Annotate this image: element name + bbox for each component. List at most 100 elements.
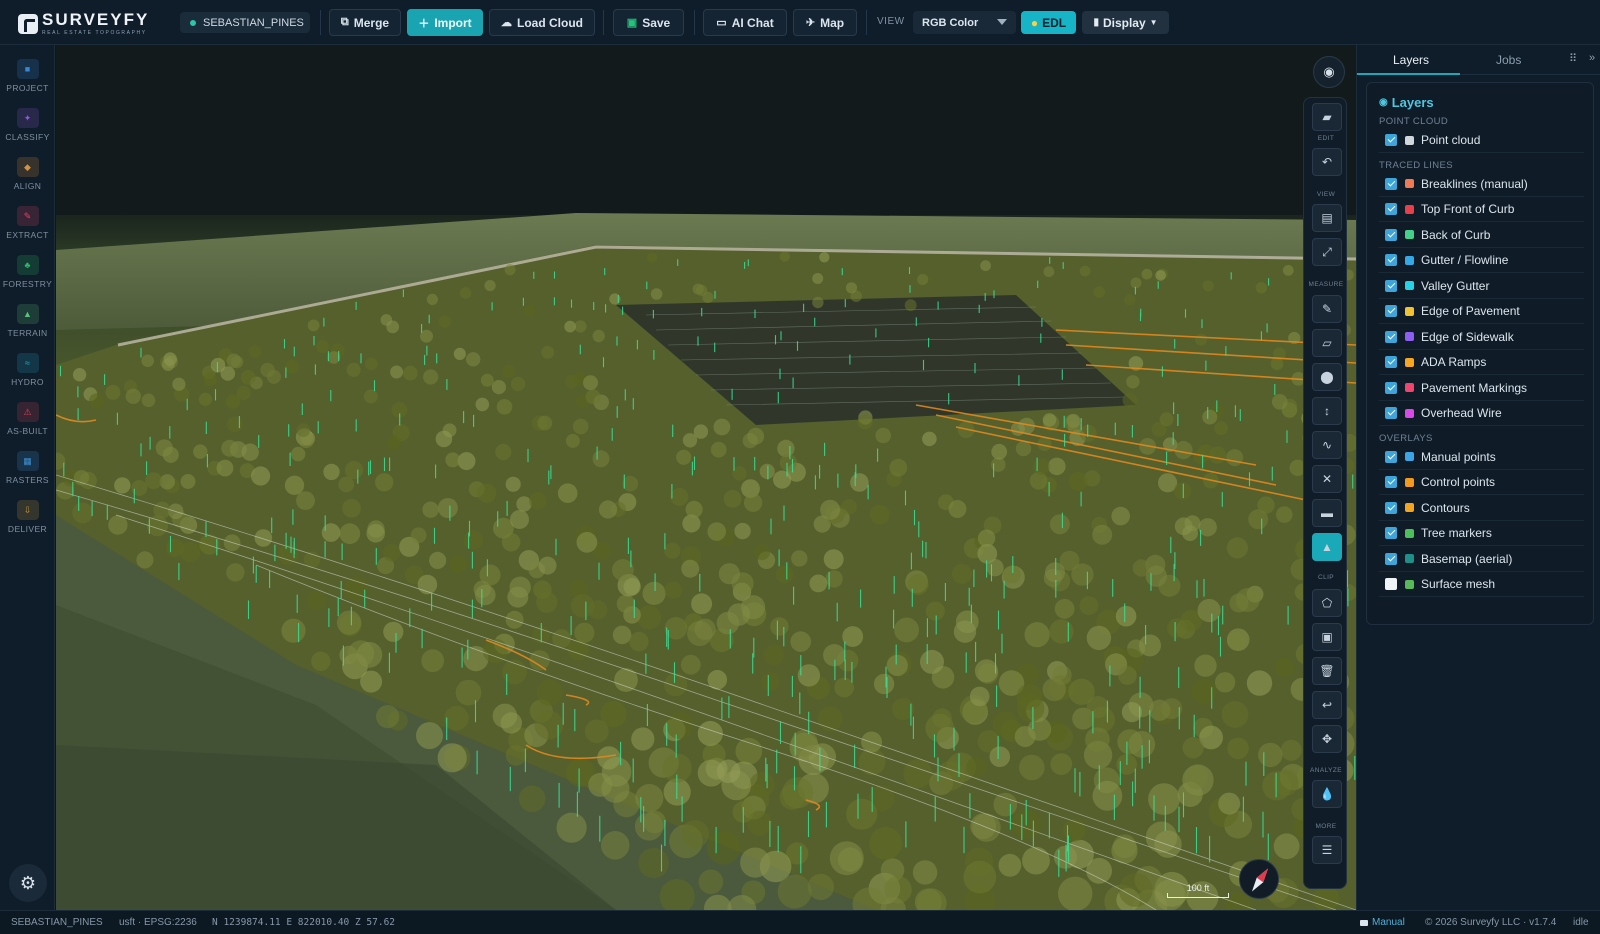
clip-polygon-icon[interactable]: ⬠ xyxy=(1312,589,1342,617)
project-selector[interactable]: SEBASTIAN_PINES xyxy=(180,12,310,33)
tab-jobs[interactable]: Jobs xyxy=(1496,53,1521,67)
rail-item-extract[interactable]: ✎ EXTRACT xyxy=(0,206,55,240)
layer-row[interactable]: Basemap (aerial) xyxy=(1379,547,1584,572)
visibility-eye-button[interactable]: ◉ xyxy=(1313,56,1345,88)
layer-row[interactable]: Gutter / Flowline xyxy=(1379,248,1584,273)
water-drop-icon[interactable]: 💧 xyxy=(1312,780,1342,808)
display-menu-button[interactable]: ▮ Display ▼ xyxy=(1082,11,1169,34)
point-cloud-viewport[interactable] xyxy=(56,45,1356,910)
layer-visibility-checkbox[interactable] xyxy=(1385,203,1397,215)
layer-visibility-checkbox[interactable] xyxy=(1385,177,1397,190)
pin-icon[interactable]: ⬤ xyxy=(1312,363,1342,391)
rail-item-project[interactable]: ■ PROJECT xyxy=(0,59,55,93)
layer-row[interactable]: Tree markers xyxy=(1379,521,1584,546)
layer-row[interactable]: Pavement Markings xyxy=(1379,376,1584,401)
layer-color-swatch xyxy=(1405,281,1414,290)
rail-item-terrain[interactable]: ▲ TERRAIN xyxy=(0,304,55,338)
clear-measure-icon[interactable]: ✕ xyxy=(1312,465,1342,493)
layer-visibility-checkbox[interactable] xyxy=(1385,407,1397,419)
rail-item-forestry[interactable]: ♣ FORESTRY xyxy=(0,255,55,289)
map-icon: ✈ xyxy=(805,17,816,29)
save-button[interactable]: ▣ Save xyxy=(613,9,684,36)
layer-visibility-checkbox[interactable] xyxy=(1385,356,1397,368)
layer-row[interactable]: Surface mesh xyxy=(1379,572,1584,597)
view-mode-value: RGB Color xyxy=(922,16,979,29)
forestry-icon: ♣ xyxy=(16,255,39,275)
rail-item-align[interactable]: ◆ ALIGN xyxy=(0,157,55,191)
grip-icon[interactable]: ⠿ xyxy=(1569,52,1577,65)
layer-name: ADA Ramps xyxy=(1421,355,1487,369)
layer-visibility-checkbox[interactable] xyxy=(1385,330,1397,343)
clip-move-icon[interactable]: ✥ xyxy=(1312,725,1342,753)
fit-view-icon[interactable]: ⤢ xyxy=(1312,238,1342,266)
layer-row[interactable]: Manual points xyxy=(1379,445,1584,470)
ruler-icon[interactable]: ✎ xyxy=(1312,295,1342,323)
layer-row[interactable]: Contours xyxy=(1379,496,1584,521)
map-button[interactable]: ✈ Map xyxy=(793,9,857,36)
layer-row[interactable]: Control points xyxy=(1379,470,1584,495)
layer-visibility-checkbox[interactable] xyxy=(1385,578,1397,590)
layer-row[interactable]: Overhead Wire xyxy=(1379,401,1584,426)
layer-name: Valley Gutter xyxy=(1421,278,1490,293)
compass-needle-icon xyxy=(1251,868,1269,892)
layer-visibility-checkbox[interactable] xyxy=(1385,381,1397,394)
rail-label: PROJECT xyxy=(6,83,49,93)
extract-icon: ✎ xyxy=(16,206,39,226)
layer-visibility-checkbox[interactable] xyxy=(1385,305,1397,317)
rail-label: AS-BUILT xyxy=(7,426,48,436)
clip-undo-icon[interactable]: ↩ xyxy=(1312,691,1342,719)
layer-row[interactable]: Edge of Pavement xyxy=(1379,299,1584,324)
import-button[interactable]: ＋ Import xyxy=(407,9,483,36)
clip-box-icon[interactable]: ▣ xyxy=(1312,623,1342,651)
rail-item-classify[interactable]: ✦ CLASSIFY xyxy=(0,108,55,142)
merge-button[interactable]: ⧉ Merge xyxy=(329,9,401,36)
rail-item-rasters[interactable]: ▦ RASTERS xyxy=(0,451,55,485)
compass-widget[interactable] xyxy=(1239,859,1279,899)
profile-icon[interactable]: ∿ xyxy=(1312,431,1342,459)
slope-icon[interactable]: ▬ xyxy=(1312,499,1342,527)
tool-section-label: MORE xyxy=(1315,823,1337,830)
layer-row[interactable]: Edge of Sidewalk xyxy=(1379,325,1584,350)
rail-item-hydro[interactable]: ≈ HYDRO xyxy=(0,353,55,387)
rail-label: FORESTRY xyxy=(2,279,53,289)
settings-gear-icon[interactable]: ⚙ xyxy=(9,864,47,902)
rail-item-as-built[interactable]: ⚠ AS-BUILT xyxy=(0,402,55,436)
undo-icon[interactable]: ↶ xyxy=(1312,148,1342,176)
layer-visibility-checkbox[interactable] xyxy=(1385,254,1397,266)
layer-visibility-checkbox[interactable] xyxy=(1385,228,1397,241)
layer-visibility-checkbox[interactable] xyxy=(1385,279,1397,292)
layer-row[interactable]: Top Front of Curb xyxy=(1379,197,1584,222)
layer-name: Pavement Markings xyxy=(1421,380,1528,395)
clip-delete-icon[interactable]: 🗑 xyxy=(1312,657,1342,685)
height-icon[interactable]: ↕ xyxy=(1312,397,1342,425)
layer-color-swatch xyxy=(1405,503,1414,512)
area-icon[interactable]: ▱ xyxy=(1312,329,1342,357)
mode-icon xyxy=(1360,919,1368,926)
layer-row[interactable]: Valley Gutter xyxy=(1379,274,1584,299)
layer-visibility-checkbox[interactable] xyxy=(1385,476,1397,488)
rail-item-deliver[interactable]: ⇩ DELIVER xyxy=(0,500,55,534)
edit-toolbox-icon[interactable]: ▰ xyxy=(1312,103,1342,131)
more-menu-icon[interactable]: ☰ xyxy=(1312,836,1342,864)
ai-chat-button[interactable]: ▭ AI Chat xyxy=(703,9,787,36)
edl-toggle[interactable]: ● EDL xyxy=(1021,11,1076,34)
layer-visibility-checkbox[interactable] xyxy=(1385,134,1397,146)
layer-visibility-checkbox[interactable] xyxy=(1385,450,1397,463)
tab-layers[interactable]: Layers xyxy=(1393,53,1429,67)
collapse-panel-icon[interactable]: » xyxy=(1589,52,1595,64)
eye-icon: ◉ xyxy=(1379,97,1388,108)
layer-color-swatch xyxy=(1405,306,1414,316)
point-cloud-scene[interactable] xyxy=(56,45,1356,910)
layer-row[interactable]: Back of Curb xyxy=(1379,223,1584,248)
layer-visibility-checkbox[interactable] xyxy=(1385,527,1397,539)
layer-row[interactable]: Breaklines (manual) xyxy=(1379,172,1584,197)
layer-visibility-checkbox[interactable] xyxy=(1385,552,1397,565)
view-mode-select[interactable]: RGB Color xyxy=(913,11,1016,34)
status-mode[interactable]: Manual xyxy=(1360,917,1405,928)
view-top-icon[interactable]: ▤ xyxy=(1312,204,1342,232)
layer-row[interactable]: ADA Ramps xyxy=(1379,350,1584,375)
magnet-snap-icon[interactable]: ▲ xyxy=(1312,533,1342,561)
layer-row[interactable]: Point cloud xyxy=(1379,128,1584,153)
load-cloud-button[interactable]: ☁ Load Cloud xyxy=(489,9,595,36)
layer-visibility-checkbox[interactable] xyxy=(1385,501,1397,514)
